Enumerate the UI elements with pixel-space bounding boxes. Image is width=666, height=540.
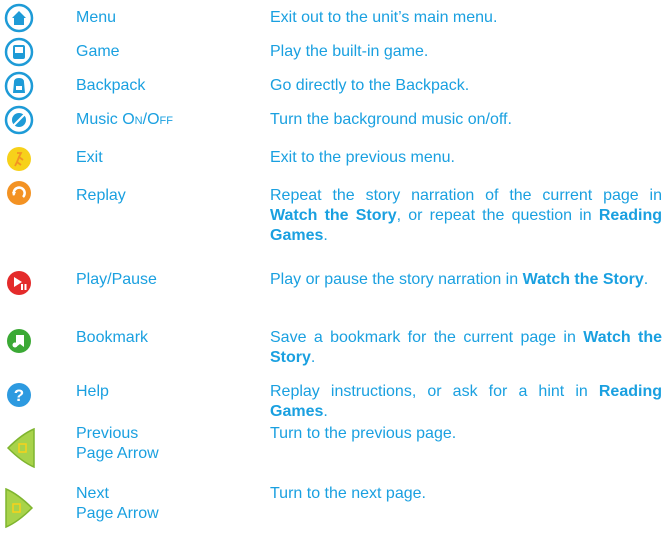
music-icon [4,105,34,135]
button-description: Play the built-in game. [270,43,429,60]
play-pause-icon [4,268,34,298]
game-icon [4,37,34,67]
list-item: Bookmark Save a bookmark for the current… [0,312,666,370]
button-description: Exit out to the unit’s main menu. [270,9,498,26]
button-name: Backpack [76,77,146,94]
button-description: Repeat the story narration of the curren… [270,187,662,244]
button-description: Save a bookmark for the current page in … [270,329,662,366]
list-item: Menu Exit out to the unit’s main menu. [0,0,666,34]
button-name: Next Page Arrow [76,485,159,522]
button-name: Play/Pause [76,271,157,288]
backpack-icon [4,71,34,101]
svg-text:?: ? [14,386,24,405]
button-name: Game [76,43,120,60]
list-item: Music On/Off Turn the background music o… [0,102,666,136]
button-description: Play or pause the story narration in Wat… [270,271,649,288]
help-icon: ? [4,380,34,410]
previous-page-arrow-icon [2,426,38,470]
button-description: Go directly to the Backpack. [270,77,470,94]
list-item: Previous Page Arrow Turn to the previous… [0,420,666,480]
list-item: Exit Exit to the previous menu. [0,136,666,176]
replay-icon [4,178,34,208]
button-name: Replay [76,187,126,204]
exit-icon [4,144,34,174]
next-page-arrow-icon [2,486,38,530]
button-description: Turn to the previous page. [270,425,457,442]
button-name: Help [76,383,109,400]
button-name: Previous Page Arrow [76,425,159,462]
menu-icon [4,3,34,33]
list-item: ? Help Replay instructions, or ask for a… [0,370,666,420]
button-name: Music On/Off [76,111,173,128]
button-description: Turn the background music on/off. [270,111,512,128]
list-item: Replay Repeat the story narration of the… [0,176,666,254]
button-description: Turn to the next page. [270,485,426,502]
button-description: Replay instructions, or ask for a hint i… [270,383,662,420]
button-description: Exit to the previous menu. [270,149,455,166]
button-name: Exit [76,149,103,166]
list-item: Backpack Go directly to the Backpack. [0,68,666,102]
list-item: Play/Pause Play or pause the story narra… [0,254,666,312]
list-item: Game Play the built-in game. [0,34,666,68]
button-name: Menu [76,9,117,26]
list-item: Next Page Arrow Turn to the next page. [0,480,666,540]
button-name: Bookmark [76,329,149,346]
bookmark-icon [4,326,34,356]
